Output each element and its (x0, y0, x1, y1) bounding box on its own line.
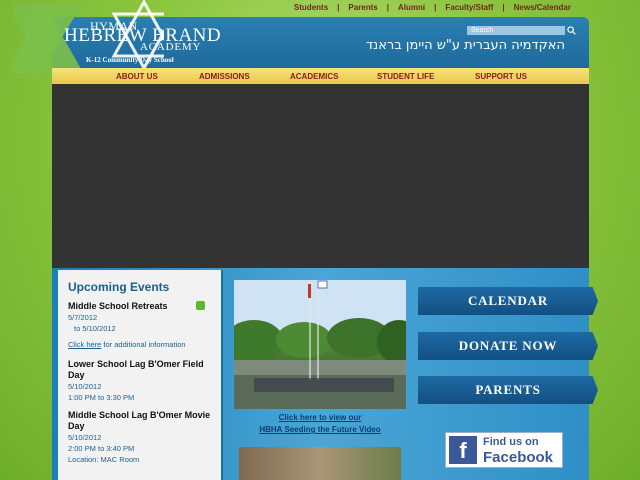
main-nav: ABOUT US ADMISSIONS ACADEMICS STUDENT LI… (52, 68, 589, 84)
top-link-faculty-staff[interactable]: Faculty/Staff (436, 3, 502, 12)
nav-admissions[interactable]: ADMISSIONS (199, 72, 250, 81)
video-link[interactable]: Click here to view our HBHA Seeding the … (234, 412, 406, 436)
hero-slideshow[interactable] (52, 84, 589, 268)
facebook-badge[interactable]: f Find us on Facebook (445, 432, 563, 468)
video-link-line-2: HBHA Seeding the Future Video (259, 425, 381, 434)
nav-support-us[interactable]: SUPPORT US (475, 72, 527, 81)
flag-ceremony-photo[interactable] (234, 280, 406, 409)
donate-now-button[interactable]: DONATE NOW (418, 332, 598, 360)
event-date: 5/7/2012 (68, 313, 98, 322)
events-heading: Upcoming Events (68, 280, 170, 294)
event-title[interactable]: Middle School Lag B'Omer Movie Day (68, 410, 211, 432)
event-title[interactable]: Lower School Lag B'Omer Field Day (68, 359, 211, 381)
video-link-line-1: Click here to view our (278, 413, 362, 422)
facebook-icon: f (449, 436, 477, 464)
nav-academics[interactable]: ACADEMICS (290, 72, 338, 81)
calendar-button[interactable]: CALENDAR (418, 287, 598, 315)
search-input[interactable] (467, 26, 565, 35)
event-info-link[interactable]: Click here (68, 340, 101, 349)
top-link-parents[interactable]: Parents (339, 3, 386, 12)
event-date: 5/10/2012 (68, 433, 102, 442)
search-icon[interactable] (567, 26, 576, 35)
event-date: 5/10/2012 (68, 382, 102, 391)
event-title[interactable]: Middle School Retreats (68, 301, 211, 312)
upcoming-events: Upcoming Events Middle School Retreats 5… (58, 270, 223, 480)
school-logo[interactable]: HYMAN HEBREW BRAND ACADEMY K-12 Communit… (60, 17, 221, 68)
facebook-label: Find us on Facebook (483, 435, 553, 465)
event-info-text: for additional information (101, 340, 186, 349)
flag-ceremony-illustration (234, 280, 406, 409)
parents-button[interactable]: PARENTS (418, 376, 598, 404)
hebrew-school-name: האקדמיה העברית ע"ש היימן בראנד (365, 38, 565, 53)
event-time: 1:00 PM to 3:30 PM (68, 393, 135, 402)
facebook-label-line-2: Facebook (483, 449, 554, 466)
nav-about-us[interactable]: ABOUT US (116, 72, 158, 81)
top-link-alumni[interactable]: Alumni (389, 3, 434, 12)
top-link-news-calendar[interactable]: News/Calendar (505, 3, 580, 12)
event-date-end: to 5/10/2012 (74, 324, 116, 333)
facebook-label-line-1: Find us on (483, 436, 539, 448)
logo-tagline: K-12 Community Day School (86, 56, 174, 64)
nav-student-life[interactable]: STUDENT LIFE (377, 72, 434, 81)
top-link-students[interactable]: Students (285, 3, 337, 12)
event-location: Location: MAC Room (68, 455, 140, 464)
event-time: 2:00 PM to 3:40 PM (68, 444, 135, 453)
second-photo[interactable] (239, 447, 401, 480)
utility-nav: Students | Parents | Alumni | Faculty/Staff… (285, 3, 580, 12)
logo-line-3: ACADEMY (140, 41, 202, 53)
rss-icon[interactable] (196, 301, 205, 310)
